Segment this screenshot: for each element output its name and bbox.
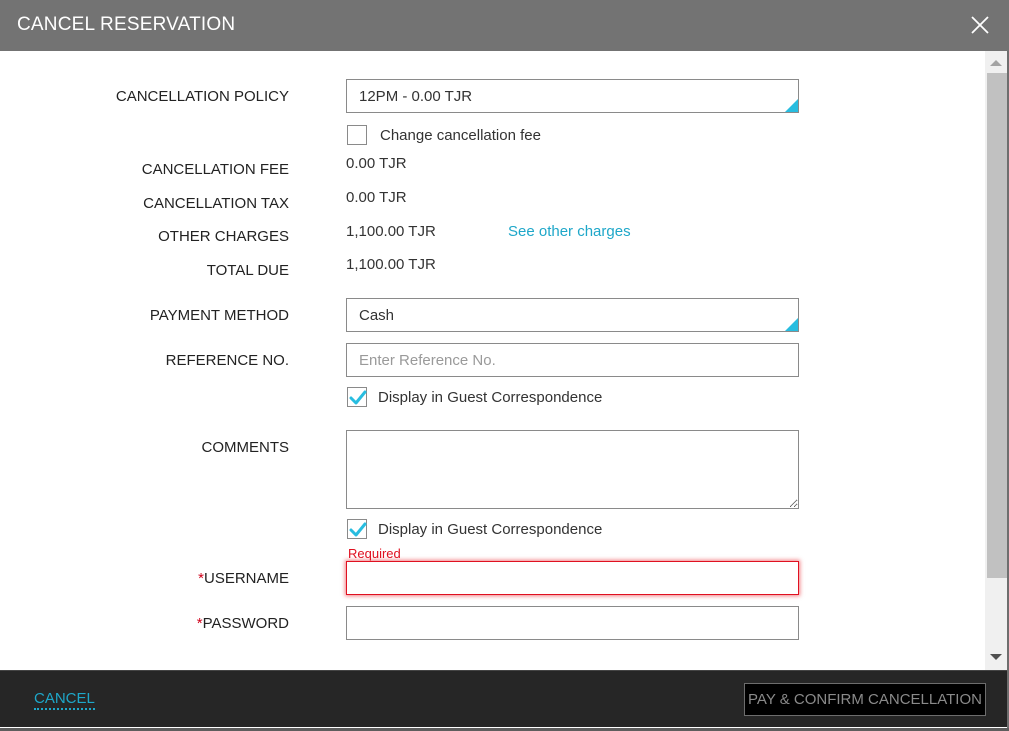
total-due-label: TOTAL DUE: [206, 262, 289, 279]
comments-display-checkbox[interactable]: [347, 519, 367, 539]
vertical-scrollbar[interactable]: [985, 51, 1007, 670]
cancellation-fee-value: 0.00 TJR: [346, 155, 407, 172]
username-error: Required: [348, 546, 401, 561]
cancel-reservation-dialog: CANCEL RESERVATION CANCELLATION POLICY 1…: [0, 0, 1009, 728]
dialog-header: CANCEL RESERVATION: [0, 0, 1009, 51]
payment-method-select[interactable]: Cash: [346, 298, 799, 332]
password-label: *PASSWORD: [196, 615, 289, 632]
pay-confirm-cancellation-button[interactable]: PAY & CONFIRM CANCELLATION: [744, 683, 986, 716]
checkmark-icon: [349, 522, 367, 537]
password-input[interactable]: [346, 606, 799, 640]
scroll-up-arrow-icon[interactable]: [990, 60, 1002, 66]
cancel-button[interactable]: CANCEL: [34, 690, 95, 710]
comments-textarea[interactable]: [346, 430, 799, 509]
dialog-footer: CANCEL PAY & CONFIRM CANCELLATION: [0, 670, 1007, 727]
dialog-title: CANCEL RESERVATION: [17, 14, 236, 35]
cancellation-tax-value: 0.00 TJR: [346, 189, 407, 206]
comments-label: COMMENTS: [201, 439, 290, 456]
username-input[interactable]: [346, 561, 799, 595]
cancellation-policy-value: 12PM - 0.00 TJR: [359, 88, 473, 105]
scroll-down-arrow-icon[interactable]: [990, 654, 1002, 660]
reference-no-label: REFERENCE NO.: [165, 352, 289, 369]
cancellation-tax-label: CANCELLATION TAX: [143, 195, 289, 212]
checkmark-icon: [349, 390, 367, 405]
payment-method-value: Cash: [359, 307, 395, 324]
close-icon[interactable]: [969, 14, 991, 36]
payment-method-label: PAYMENT METHOD: [149, 307, 289, 324]
other-charges-value: 1,100.00 TJR: [346, 223, 436, 240]
username-label: *USERNAME: [198, 570, 289, 587]
scrollbar-thumb[interactable]: [987, 73, 1007, 578]
reference-display-label: Display in Guest Correspondence: [378, 389, 603, 406]
reference-display-checkbox[interactable]: [347, 387, 367, 407]
reference-no-input[interactable]: [346, 343, 799, 377]
change-fee-checkbox[interactable]: [347, 125, 367, 145]
comments-display-label: Display in Guest Correspondence: [378, 521, 603, 538]
other-charges-label: OTHER CHARGES: [158, 228, 289, 245]
dropdown-corner-icon: [785, 99, 798, 112]
see-other-charges-link[interactable]: See other charges: [508, 223, 631, 240]
total-due-value: 1,100.00 TJR: [346, 256, 436, 273]
cancellation-policy-label: CANCELLATION POLICY: [115, 88, 289, 105]
dropdown-corner-icon: [785, 318, 798, 331]
change-fee-label: Change cancellation fee: [380, 127, 541, 144]
cancellation-policy-select[interactable]: 12PM - 0.00 TJR: [346, 79, 799, 113]
cancellation-fee-label: CANCELLATION FEE: [141, 161, 289, 178]
dialog-body: CANCELLATION POLICY 12PM - 0.00 TJR Chan…: [0, 51, 985, 670]
